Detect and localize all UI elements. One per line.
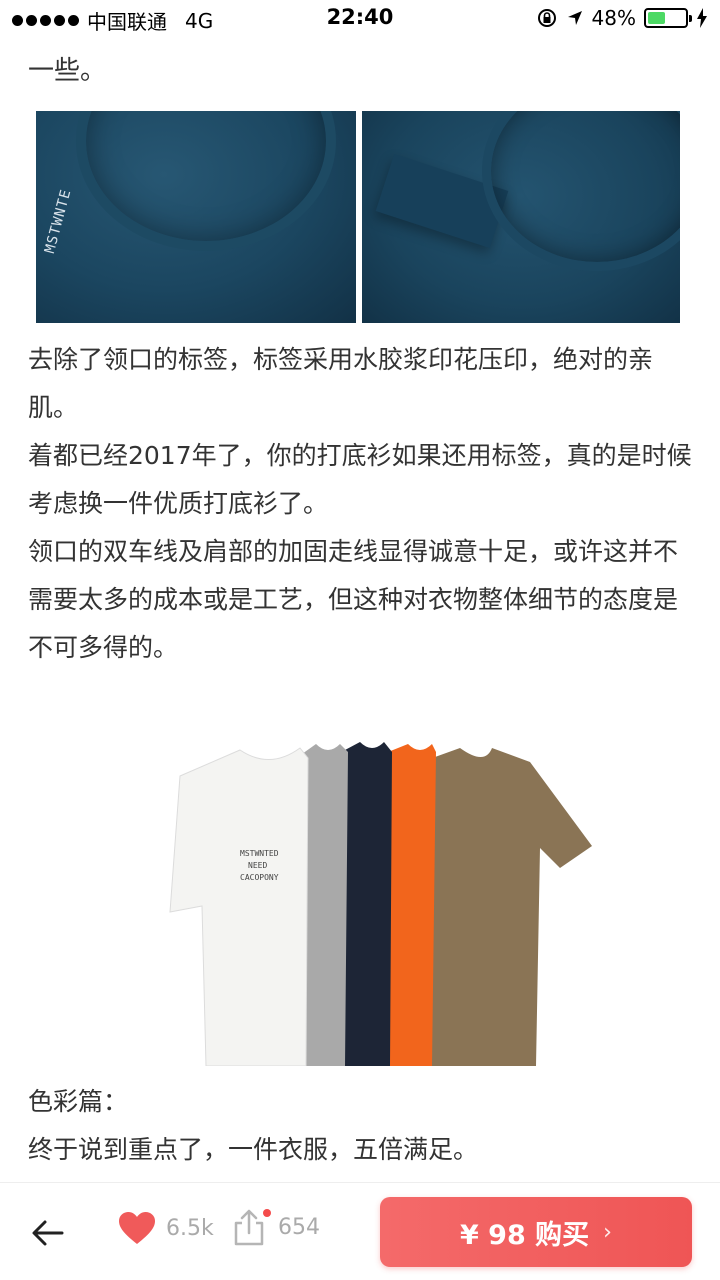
article-paragraph: 领口的双车线及肩部的加固走线显得诚意十足，或许这并不需要太多的成本或是工艺，但这…	[28, 537, 679, 662]
buy-button[interactable]: ¥ 98 购买 ›	[380, 1197, 692, 1267]
article-content: 一些。 MSTWNTE 去除了领口的标签，标签采用水胶浆印花压印，绝对的亲肌。 …	[0, 36, 720, 1182]
like-button[interactable]: 6.5k	[118, 1211, 214, 1245]
back-arrow-icon	[32, 1220, 64, 1246]
shirt-print-line: NEED	[248, 861, 267, 870]
battery-percent: 48%	[591, 6, 636, 30]
status-right: 48%	[536, 6, 708, 30]
share-count: 654	[278, 1214, 320, 1240]
share-notification-dot	[263, 1209, 271, 1217]
collar-photo-folded	[362, 111, 680, 323]
location-arrow-icon	[567, 11, 582, 25]
shirt-print-line: MSTWNTED	[240, 849, 279, 858]
battery-icon	[644, 8, 692, 28]
section-title-color: 色彩篇：	[28, 1087, 129, 1116]
tshirt-lineup-image: MSTWNTED NEED CACOPONY	[169, 742, 592, 1066]
article-text-cut: 终于说到重点了，一件衣服，五倍满足。	[28, 1135, 479, 1164]
bottom-action-bar: 6.5k 654 ¥ 98 购买 ›	[0, 1182, 720, 1280]
chevron-right-icon: ›	[603, 1219, 612, 1245]
buy-button-label: ¥ 98 购买	[460, 1219, 590, 1251]
back-button[interactable]	[28, 1213, 68, 1253]
article-paragraph: 着都已经2017年了，你的打底衫如果还用标签，真的是时候考虑换一件优质打底衫了。	[28, 441, 692, 518]
charging-bolt-icon	[697, 8, 707, 28]
rotation-lock-icon	[537, 9, 556, 27]
shirt-print-line: CACOPONY	[240, 873, 279, 882]
article-paragraph: 去除了领口的标签，标签采用水胶浆印花压印，绝对的亲肌。	[28, 345, 654, 422]
like-count: 6.5k	[166, 1215, 214, 1241]
status-left: 中国联通 4G	[12, 6, 213, 35]
heart-icon	[119, 1212, 155, 1244]
status-bar: 中国联通 4G 22:40 48%	[0, 0, 720, 36]
photo-print-text: MSTWNTE	[42, 187, 75, 256]
share-button[interactable]: 654	[230, 1207, 320, 1247]
collar-photo-front: MSTWNTE	[36, 111, 356, 323]
article-text-top: 一些。	[28, 56, 107, 86]
collar-photo-row: MSTWNTE	[36, 111, 680, 323]
signal-strength-icon	[12, 15, 79, 26]
network-label: 4G	[185, 8, 214, 33]
carrier-label: 中国联通	[87, 10, 167, 34]
article-paragraphs: 去除了领口的标签，标签采用水胶浆印花压印，绝对的亲肌。 着都已经2017年了，你…	[28, 336, 692, 672]
